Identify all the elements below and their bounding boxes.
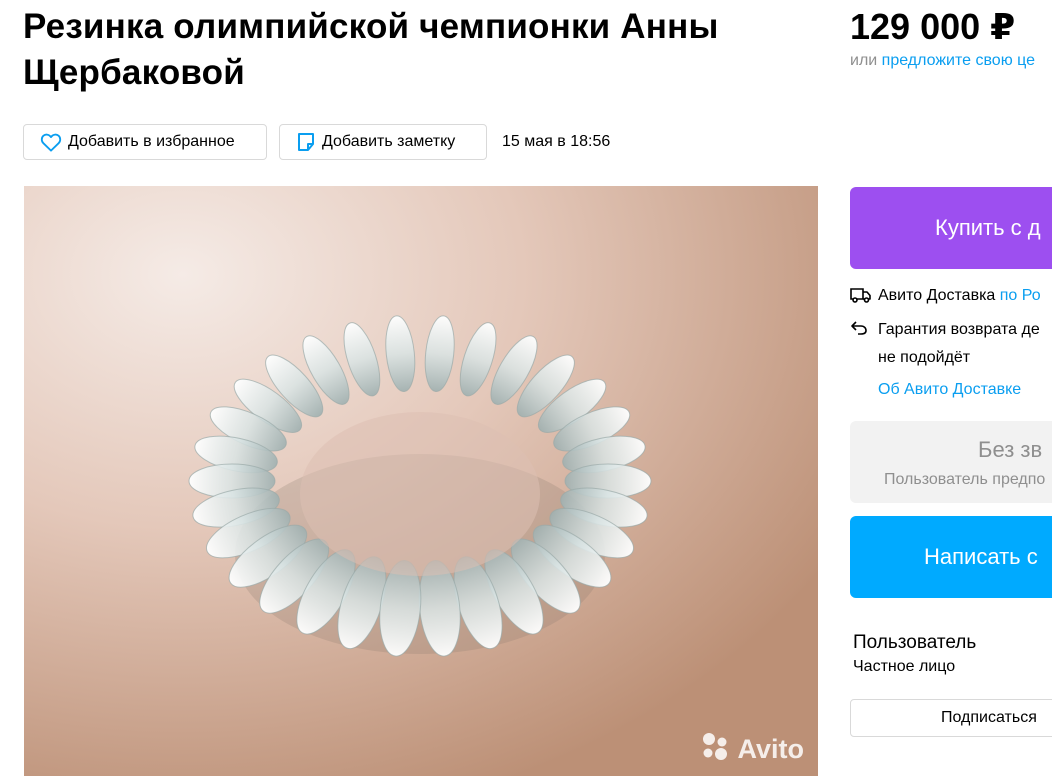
offer-price-link[interactable]: предложите свою це <box>882 52 1035 69</box>
return-guarantee: Гарантия возврата де не подойдёт <box>850 316 1052 372</box>
rating-box: Без зв Пользователь предпо <box>850 421 1052 503</box>
delivery-label: Авито Доставка <box>878 287 996 304</box>
write-seller-button[interactable]: Написать с <box>850 516 1052 598</box>
offer-prefix: или <box>850 52 878 69</box>
hair-tie-image <box>24 186 818 776</box>
listing-price: 129 000 ₽ <box>850 6 1016 47</box>
avito-logo-icon <box>700 731 732 768</box>
listing-title: Резинка олимпийской чемпионки Анны Щерба… <box>23 7 719 92</box>
return-arrow-icon <box>850 321 868 340</box>
buy-with-delivery-button[interactable]: Купить с д <box>850 187 1052 269</box>
price-offer: или предложите свою це <box>850 52 1035 70</box>
listing-photo[interactable]: Avito <box>24 186 818 776</box>
seller-name[interactable]: Пользователь <box>853 632 976 654</box>
avito-watermark-text: Avito <box>737 734 805 764</box>
delivery-region-link[interactable]: по Ро <box>1000 287 1041 304</box>
add-note-button[interactable]: Добавить заметку <box>279 124 487 160</box>
note-label: Добавить заметку <box>322 133 456 150</box>
listing-date: 15 мая в 18:56 <box>502 133 611 150</box>
guarantee-line-2: не подойдёт <box>878 349 971 366</box>
subscribe-button[interactable]: Подписаться <box>850 699 1052 737</box>
guarantee-line-1: Гарантия возврата де <box>878 321 1040 338</box>
about-delivery-link[interactable]: Об Авито Доставке <box>878 380 1021 400</box>
heart-icon <box>40 132 62 152</box>
truck-icon <box>850 287 872 308</box>
rating-title: Без зв <box>978 437 1043 462</box>
avito-watermark: Avito <box>700 731 805 768</box>
favorites-label: Добавить в избранное <box>68 133 235 150</box>
add-to-favorites-button[interactable]: Добавить в избранное <box>23 124 267 160</box>
rating-subtitle: Пользователь предпо <box>884 471 1046 488</box>
note-icon <box>296 132 316 152</box>
delivery-info: Авито Доставка по Ро <box>850 282 1052 310</box>
seller-type: Частное лицо <box>853 658 956 675</box>
